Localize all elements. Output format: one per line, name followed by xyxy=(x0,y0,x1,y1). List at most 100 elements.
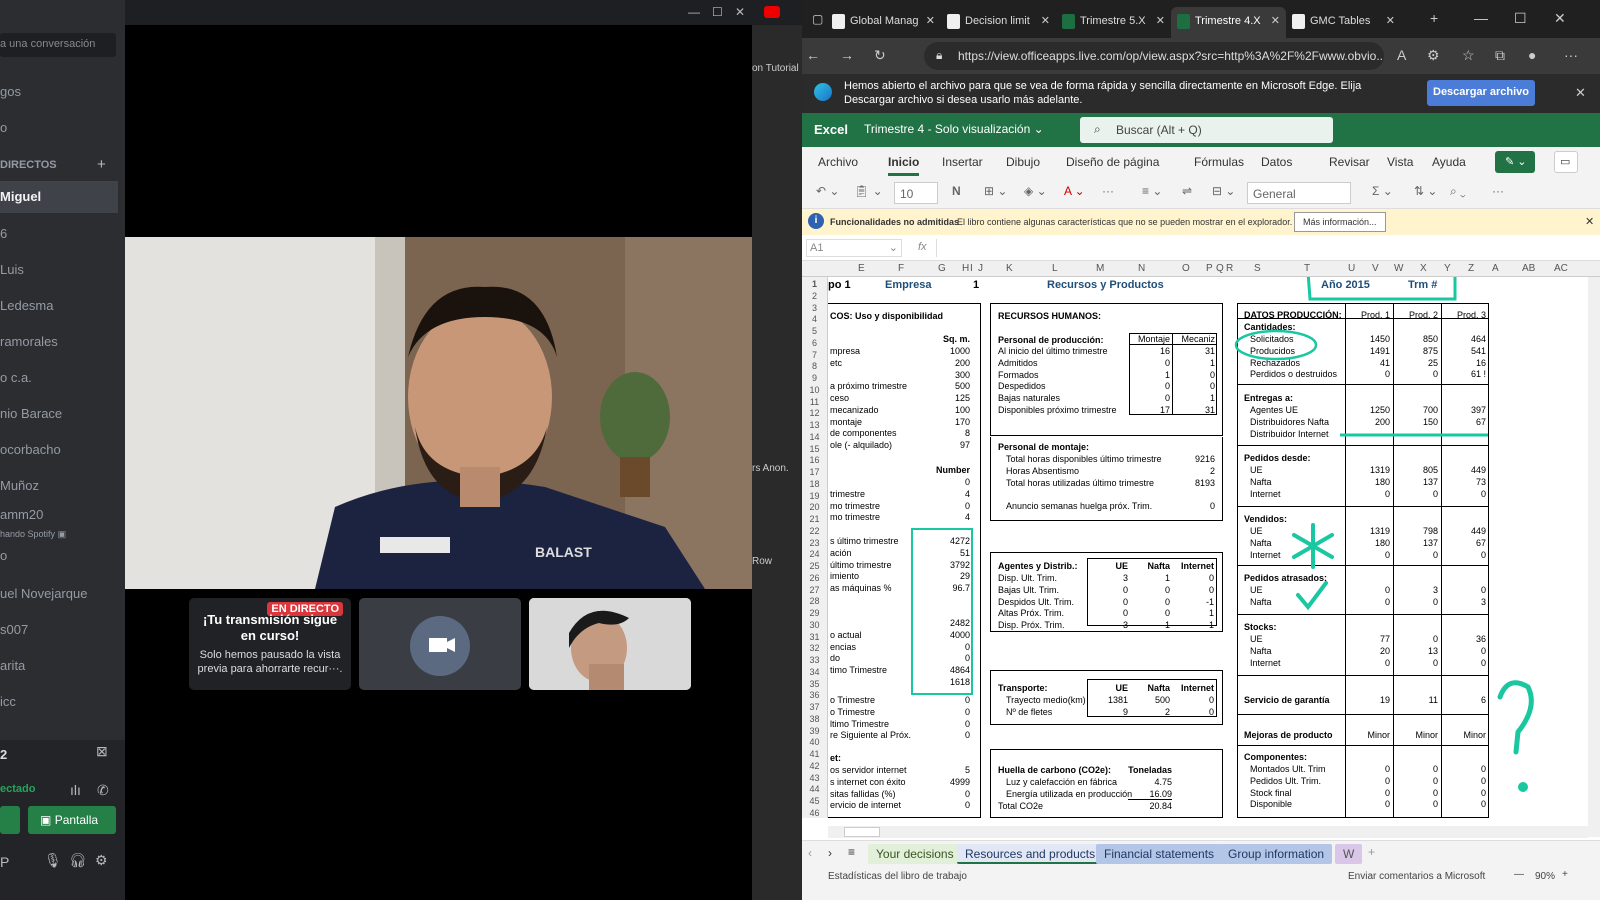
dm-item[interactable]: Luis xyxy=(0,262,24,277)
row-header[interactable]: 33 xyxy=(802,655,827,665)
column-header[interactable]: Q xyxy=(1216,263,1224,274)
screen-share-button[interactable]: ▣ Pantalla xyxy=(28,806,116,834)
row-header[interactable]: 35 xyxy=(802,679,827,689)
close-icon[interactable]: ✕ xyxy=(1554,10,1566,27)
column-header[interactable]: P xyxy=(1206,263,1213,274)
row-header[interactable]: 36 xyxy=(802,690,827,700)
worksheet-grid[interactable]: po 1 Empresa 1 Recursos y Productos Año … xyxy=(828,277,1588,818)
row-header[interactable]: 37 xyxy=(802,702,827,712)
number-format-select[interactable]: General xyxy=(1247,182,1351,204)
column-header[interactable]: AB xyxy=(1522,263,1535,274)
maximize-icon[interactable]: ☐ xyxy=(1514,10,1527,27)
undo-icon[interactable]: ↶ ⌄ xyxy=(816,184,839,198)
column-header[interactable]: Z xyxy=(1468,263,1474,274)
column-header[interactable]: X xyxy=(1420,263,1427,274)
dm-item[interactable]: uel Novejarque xyxy=(0,586,87,601)
sheet-tab[interactable]: Financial statements xyxy=(1096,844,1223,864)
participant-tile[interactable] xyxy=(529,598,691,690)
row-header[interactable]: 34 xyxy=(802,667,827,677)
sheet-tab[interactable]: Resources and products xyxy=(957,844,1104,864)
dm-item[interactable]: o c.a. xyxy=(0,370,32,385)
vertical-scrollbar[interactable] xyxy=(1588,277,1600,837)
row-header[interactable]: 44 xyxy=(802,784,827,794)
prev-sheet-icon[interactable]: ‹ xyxy=(808,846,812,860)
column-header[interactable]: S xyxy=(1254,263,1261,274)
ribbon-tab[interactable]: Inicio xyxy=(888,155,920,176)
column-header[interactable]: N xyxy=(1138,263,1145,274)
column-header[interactable]: W xyxy=(1394,263,1403,274)
browser-tab[interactable]: Trimestre 5.X ✕ xyxy=(1056,7,1171,38)
collections-icon[interactable]: ⧉ xyxy=(1495,47,1505,64)
column-header[interactable]: E xyxy=(858,263,865,274)
close-icon[interactable]: ✕ xyxy=(735,5,745,19)
horizontal-scrollbar[interactable] xyxy=(828,826,1588,838)
ribbon-tab[interactable]: Fórmulas xyxy=(1194,155,1244,169)
row-header[interactable]: 18 xyxy=(802,479,827,489)
column-header[interactable]: M xyxy=(1096,263,1104,274)
browser-tab[interactable]: Trimestre 4.X ✕ xyxy=(1171,7,1286,38)
dm-item[interactable]: ocorbacho xyxy=(0,442,61,457)
search-input[interactable]: ⌕ Buscar (Alt + Q) xyxy=(1080,117,1333,143)
column-header[interactable]: J xyxy=(978,263,983,274)
font-color-icon[interactable]: A ⌄ xyxy=(1064,184,1085,198)
row-header[interactable]: 13 xyxy=(802,420,827,430)
ribbon-tab[interactable]: Datos xyxy=(1261,155,1292,169)
row-header[interactable]: 9 xyxy=(802,373,827,383)
font-size-select[interactable]: 10 xyxy=(894,182,938,204)
column-header[interactable]: U xyxy=(1348,263,1355,274)
sheet-tab[interactable]: W xyxy=(1335,844,1363,864)
minimize-icon[interactable]: — xyxy=(688,5,700,19)
row-header[interactable]: 38 xyxy=(802,714,827,724)
row-header[interactable]: 10 xyxy=(802,385,827,395)
align-icon[interactable]: ≡ ⌄ xyxy=(1142,184,1162,198)
row-header[interactable]: 22 xyxy=(802,526,827,536)
column-header[interactable]: G xyxy=(938,263,946,274)
zoom-in-icon[interactable]: + xyxy=(1562,869,1568,880)
row-header[interactable]: 39 xyxy=(802,726,827,736)
dm-item[interactable]: arita xyxy=(0,658,25,673)
row-header[interactable]: 3 xyxy=(802,303,827,313)
row-header[interactable]: 42 xyxy=(802,761,827,771)
hangup-icon[interactable]: ✆ xyxy=(97,782,109,799)
column-header[interactable]: R xyxy=(1226,263,1233,274)
favorites-icon[interactable]: ☆ xyxy=(1462,47,1475,64)
headphones-icon[interactable]: 🎧︎ xyxy=(69,852,87,869)
extensions-icon[interactable]: ⚙ xyxy=(1427,47,1440,64)
row-header[interactable]: 4 xyxy=(802,314,827,324)
dm-item[interactable]: s007 xyxy=(0,622,28,637)
zoom-out-icon[interactable]: — xyxy=(1514,869,1524,880)
ribbon-tab[interactable]: Dibujo xyxy=(1006,155,1040,169)
dm-item[interactable]: Muñoz xyxy=(0,478,39,493)
row-header[interactable]: 7 xyxy=(802,350,827,360)
youtube-icon[interactable] xyxy=(764,6,780,18)
ribbon-tab[interactable]: Revisar xyxy=(1329,155,1370,169)
dm-item[interactable]: nio Barace xyxy=(0,406,62,421)
column-header[interactable]: O xyxy=(1182,263,1190,274)
tab-actions-icon[interactable]: ▢ xyxy=(812,12,823,26)
ribbon-tab[interactable]: Archivo xyxy=(818,155,858,169)
row-header[interactable]: 14 xyxy=(802,432,827,442)
row-header[interactable]: 19 xyxy=(802,491,827,501)
back-icon[interactable]: ← xyxy=(806,47,820,63)
close-icon[interactable]: ✕ xyxy=(1585,215,1594,228)
row-header[interactable]: 6 xyxy=(802,338,827,348)
formula-input[interactable] xyxy=(936,239,1586,257)
row-header[interactable]: 21 xyxy=(802,514,827,524)
live-preview-tile[interactable]: EN DIRECTO ¡Tu transmisión sigue en curs… xyxy=(189,598,351,690)
tab-close-icon[interactable]: ✕ xyxy=(926,14,935,27)
plus-icon[interactable]: + xyxy=(97,156,106,173)
column-header[interactable]: H xyxy=(962,263,969,274)
gear-icon[interactable]: ⚙ xyxy=(95,852,108,869)
disconnect-icon[interactable]: ⊠ xyxy=(96,743,108,760)
download-button[interactable]: Descargar archivo xyxy=(1427,80,1535,106)
row-header[interactable]: 43 xyxy=(802,773,827,783)
status-left[interactable]: Estadísticas del libro de trabajo xyxy=(828,871,967,882)
editing-mode-button[interactable]: ✎ ⌄ xyxy=(1495,151,1535,173)
read-aloud-icon[interactable]: A xyxy=(1397,47,1406,63)
row-header[interactable]: 46 xyxy=(802,808,827,818)
ribbon-tab[interactable]: Ayuda xyxy=(1432,155,1466,169)
ribbon-tab[interactable]: Vista xyxy=(1387,155,1413,169)
column-header[interactable]: T xyxy=(1304,263,1310,274)
dm-item-active[interactable]: Miguel xyxy=(0,181,118,213)
row-header[interactable]: 40 xyxy=(802,737,827,747)
